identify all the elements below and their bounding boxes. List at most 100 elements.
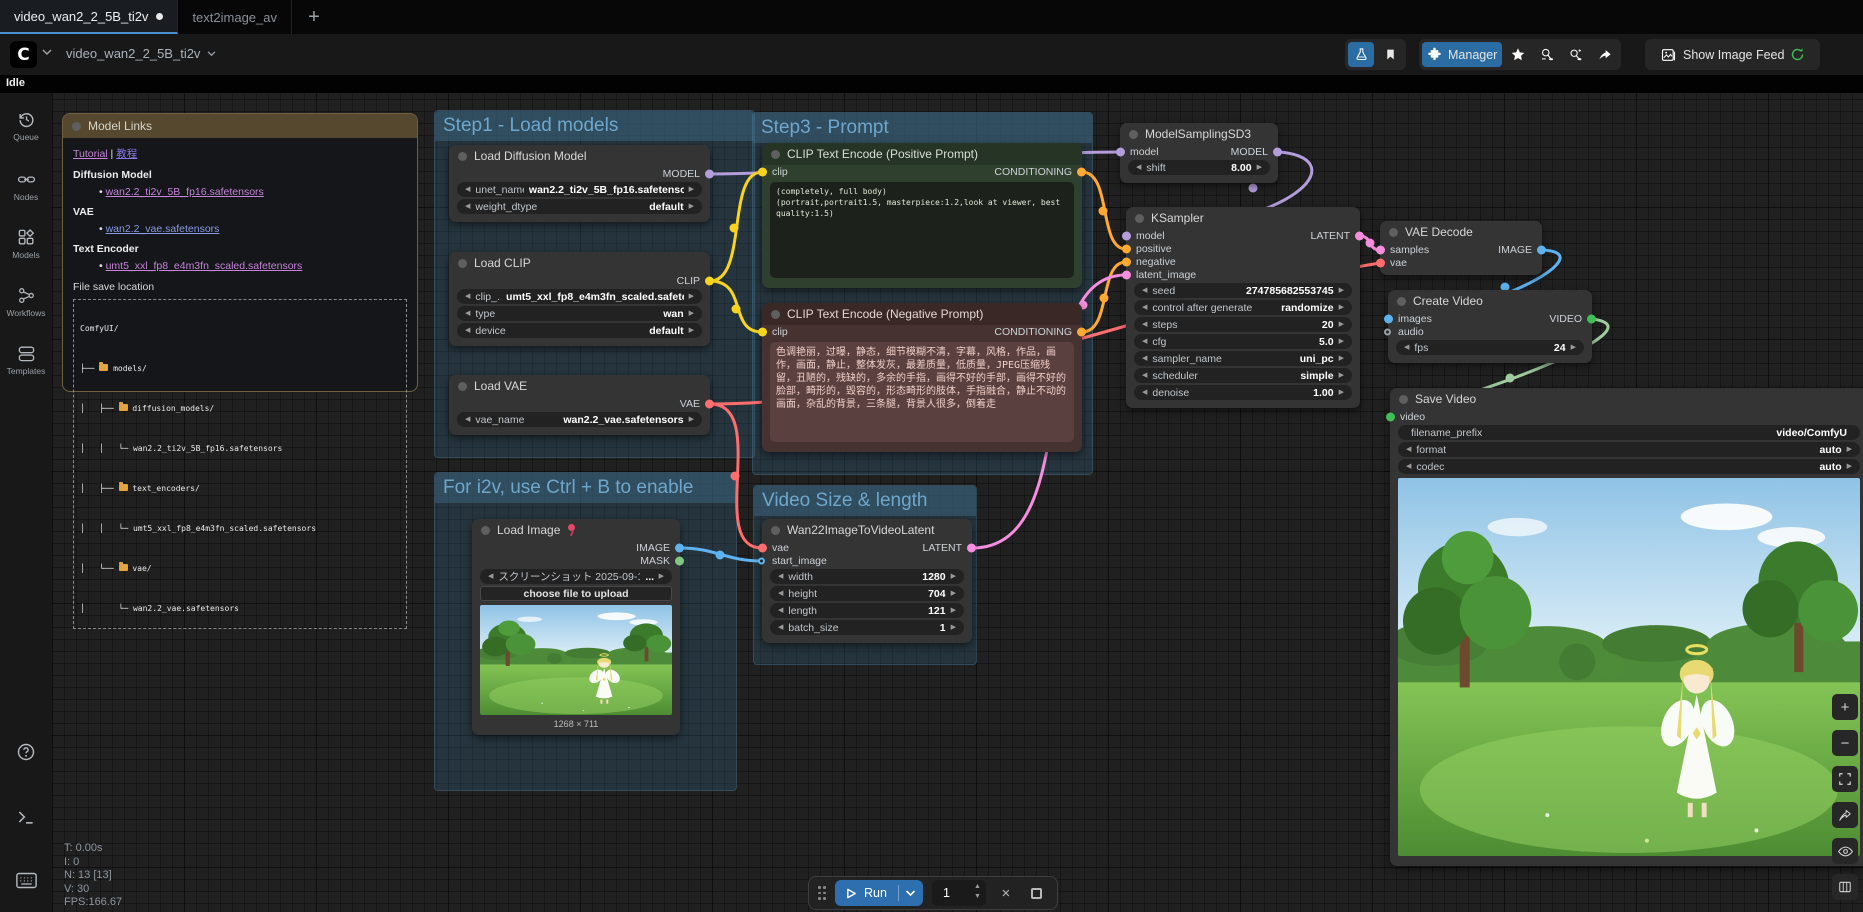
tutorial-link[interactable]: Tutorial <box>73 148 108 160</box>
node-widget[interactable]: ◀ fps 24 ▶ <box>1396 340 1584 355</box>
collapse-dot-icon[interactable] <box>1129 130 1138 139</box>
output-slot-dot[interactable] <box>1273 147 1282 156</box>
widget-right-arrow-icon[interactable]: ▶ <box>951 620 956 635</box>
node-model-sampling-sd3[interactable]: ModelSamplingSD3 model MODEL ◀ shift 8.0… <box>1120 123 1278 183</box>
node-ksampler[interactable]: KSampler model LATENT positive negative … <box>1126 207 1360 408</box>
widget-right-arrow-icon[interactable]: ▶ <box>689 306 694 321</box>
node-clip-text-encode-positive[interactable]: CLIP Text Encode (Positive Prompt) clip … <box>762 143 1082 288</box>
workflow-name-menu[interactable]: video_wan2_2_5B_ti2v <box>66 46 216 61</box>
collapse-dot-icon[interactable] <box>458 152 467 161</box>
input-slot-dot[interactable] <box>1122 270 1131 279</box>
node-widget[interactable]: ◀ codec auto ▶ <box>1398 459 1860 474</box>
output-slot-dot[interactable] <box>1537 245 1546 254</box>
widget-right-arrow-icon[interactable]: ▶ <box>689 199 694 214</box>
widget-left-arrow-icon[interactable]: ◀ <box>1404 340 1409 355</box>
node-widget[interactable]: ◀ batch_size 1 ▶ <box>770 620 964 635</box>
widget-left-arrow-icon[interactable]: ◀ <box>465 323 470 338</box>
node-widget[interactable]: ◀ seed 274785682553745 ▶ <box>1134 283 1352 298</box>
collapse-dot-icon[interactable] <box>1389 228 1398 237</box>
stop-button[interactable] <box>1026 888 1048 899</box>
output-slot-dot[interactable] <box>705 169 714 178</box>
collapse-dot-icon[interactable] <box>458 382 467 391</box>
collapse-dot-icon[interactable] <box>1135 214 1144 223</box>
node-header[interactable]: Wan22ImageToVideoLatent <box>762 519 972 541</box>
node-header[interactable]: Load VAE <box>449 375 710 397</box>
widget-right-arrow-icon[interactable]: ▶ <box>1339 317 1344 332</box>
widget-left-arrow-icon[interactable]: ◀ <box>465 306 470 321</box>
node-vae-decode[interactable]: VAE Decode samples IMAGE vae <box>1380 221 1542 275</box>
sidebar-item-queue[interactable]: Queue <box>0 110 52 142</box>
widget-left-arrow-icon[interactable]: ◀ <box>778 603 783 618</box>
node-header[interactable]: Create Video <box>1388 290 1592 312</box>
toggle-visibility-button[interactable] <box>1832 838 1858 864</box>
input-slot-dot[interactable] <box>758 557 765 564</box>
node-widget[interactable]: ◀ weight_dtype default ▶ <box>457 199 702 214</box>
collapse-dot-icon[interactable] <box>72 122 81 131</box>
collapse-dot-icon[interactable] <box>1399 395 1408 404</box>
widget-left-arrow-icon[interactable]: ◀ <box>778 620 783 635</box>
input-slot-dot[interactable] <box>1376 258 1385 267</box>
input-slot-dot[interactable] <box>1116 147 1125 156</box>
run-options-button[interactable] <box>899 890 923 897</box>
widget-left-arrow-icon[interactable]: ◀ <box>1142 385 1147 400</box>
positive-prompt-textarea[interactable]: (completely, full body) (portrait,portra… <box>770 182 1074 278</box>
drag-handle-icon[interactable] <box>818 886 826 900</box>
step-up-icon[interactable]: ▲ <box>974 882 981 892</box>
free-model-memory-button[interactable] <box>1534 42 1560 67</box>
widget-right-arrow-icon[interactable]: ▶ <box>1571 340 1576 355</box>
node-widget[interactable]: ◀ device default ▶ <box>457 323 702 338</box>
node-widget[interactable]: ◀ vae_name wan2.2_vae.safetensors ▶ <box>457 412 702 427</box>
widget-left-arrow-icon[interactable]: ◀ <box>1136 160 1141 175</box>
widget-left-arrow-icon[interactable]: ◀ <box>488 569 493 584</box>
node-widget[interactable]: filename_prefix video/ComfyU <box>1398 425 1860 440</box>
node-widget[interactable]: ◀ steps 20 ▶ <box>1134 317 1352 332</box>
node-load-diffusion-model[interactable]: Load Diffusion Model MODEL ◀ unet_name w… <box>449 145 710 222</box>
widget-right-arrow-icon[interactable]: ▶ <box>1339 368 1344 383</box>
widget-right-arrow-icon[interactable]: ▶ <box>1339 334 1344 349</box>
minimap-button[interactable] <box>1832 874 1858 900</box>
widget-left-arrow-icon[interactable]: ◀ <box>1142 368 1147 383</box>
widget-right-arrow-icon[interactable]: ▶ <box>951 569 956 584</box>
node-widget[interactable]: ◀ scheduler simple ▶ <box>1134 368 1352 383</box>
widget-left-arrow-icon[interactable]: ◀ <box>1406 459 1411 474</box>
widget-right-arrow-icon[interactable]: ▶ <box>689 323 694 338</box>
collapse-dot-icon[interactable] <box>1397 297 1406 306</box>
sidebar-item-templates[interactable]: Templates <box>0 344 52 376</box>
node-widget[interactable]: ◀ length 121 ▶ <box>770 603 964 618</box>
help-button[interactable] <box>0 742 52 762</box>
video-preview[interactable] <box>1398 478 1860 856</box>
collapse-dot-icon[interactable] <box>771 310 780 319</box>
widget-left-arrow-icon[interactable]: ◀ <box>465 289 470 304</box>
node-widget[interactable]: ◀ unet_name wan2.2_ti2v_5B_fp16.safetens… <box>457 182 702 197</box>
manager-button[interactable]: Manager <box>1422 42 1502 67</box>
node-widget[interactable]: ◀ type wan ▶ <box>457 306 702 321</box>
widget-right-arrow-icon[interactable]: ▶ <box>689 182 694 197</box>
output-slot-dot[interactable] <box>705 399 714 408</box>
node-widget[interactable]: ◀ width 1280 ▶ <box>770 569 964 584</box>
widget-right-arrow-icon[interactable]: ▶ <box>1339 300 1344 315</box>
node-wan22-image-to-video-latent[interactable]: Wan22ImageToVideoLatent vae LATENT start… <box>762 519 972 643</box>
widget-left-arrow-icon[interactable]: ◀ <box>1142 351 1147 366</box>
input-slot-dot[interactable] <box>758 327 767 336</box>
sidebar-item-nodes[interactable]: Nodes <box>0 170 52 202</box>
widget-right-arrow-icon[interactable]: ▶ <box>1847 459 1852 474</box>
sidebar-item-workflows[interactable]: Workflows <box>0 286 52 318</box>
node-widget[interactable]: ◀ height 704 ▶ <box>770 586 964 601</box>
node-widget[interactable]: ◀ cfg 5.0 ▶ <box>1134 334 1352 349</box>
node-header[interactable]: Load Diffusion Model <box>449 145 710 167</box>
show-image-feed-button[interactable]: Show Image Feed <box>1655 42 1810 67</box>
node-widget[interactable]: ◀ shift 8.00 ▶ <box>1128 160 1270 175</box>
node-header[interactable]: Load CLIP <box>449 252 710 274</box>
widget-left-arrow-icon[interactable]: ◀ <box>778 586 783 601</box>
node-widget[interactable]: ◀ clip_... umt5_xxl_fp8_e4m3fn_scaled.sa… <box>457 289 702 304</box>
shortcuts-button[interactable] <box>0 872 52 889</box>
widget-left-arrow-icon[interactable]: ◀ <box>465 412 470 427</box>
output-slot-dot[interactable] <box>675 543 684 552</box>
widget-left-arrow-icon[interactable]: ◀ <box>1142 317 1147 332</box>
free-all-memory-button[interactable] <box>1563 42 1589 67</box>
zoom-out-button[interactable]: − <box>1832 730 1858 756</box>
widget-right-arrow-icon[interactable]: ▶ <box>951 603 956 618</box>
widget-left-arrow-icon[interactable]: ◀ <box>1142 300 1147 315</box>
input-slot-dot[interactable] <box>1122 244 1131 253</box>
favorites-button[interactable] <box>1505 42 1531 67</box>
